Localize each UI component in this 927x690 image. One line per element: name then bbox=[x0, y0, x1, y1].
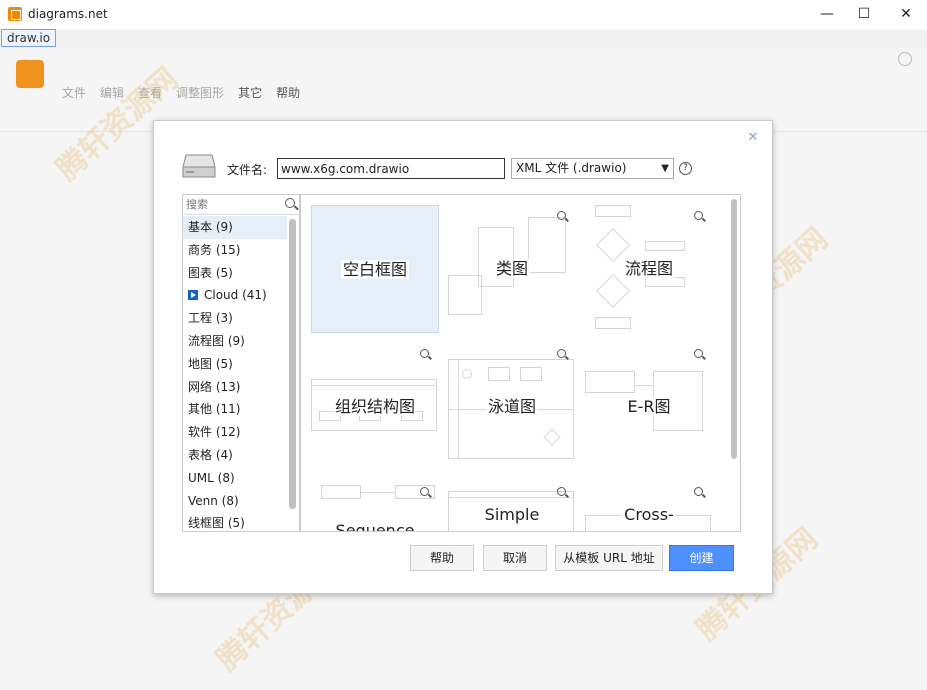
menu-help[interactable]: 帮助 bbox=[276, 84, 300, 101]
drawio-logo bbox=[16, 60, 44, 88]
template-thumbnail bbox=[585, 371, 635, 393]
template-label: 空白框图 bbox=[340, 260, 409, 279]
template-label: Sequence bbox=[311, 521, 439, 531]
language-globe-icon[interactable] bbox=[898, 52, 912, 66]
template-scrollbar[interactable] bbox=[731, 199, 737, 459]
template-thumbnail bbox=[448, 497, 574, 498]
preview-zoom-icon[interactable] bbox=[557, 487, 566, 496]
menu-edit[interactable]: 编辑 bbox=[100, 84, 124, 101]
template-thumbnail bbox=[448, 275, 482, 315]
template-label: 流程图 bbox=[622, 259, 675, 278]
template-flowchart[interactable]: 流程图 bbox=[585, 205, 713, 333]
menu-arrange[interactable]: 调整图形 bbox=[176, 84, 224, 101]
preview-zoom-icon[interactable] bbox=[557, 349, 566, 358]
preview-zoom-icon[interactable] bbox=[420, 349, 429, 358]
template-thumbnail bbox=[595, 205, 631, 217]
template-thumbnail bbox=[520, 367, 542, 381]
tooltip: draw.io bbox=[1, 29, 57, 47]
category-maps[interactable]: 地图 (5) bbox=[183, 353, 287, 376]
category-cloud-label: Cloud (41) bbox=[204, 288, 267, 303]
category-other[interactable]: 其他 (11) bbox=[183, 398, 287, 421]
from-template-url-button[interactable]: 从模板 URL 地址 bbox=[555, 545, 663, 571]
close-window-button[interactable]: ✕ bbox=[891, 4, 921, 24]
template-label: Simple bbox=[482, 505, 542, 524]
template-thumbnail bbox=[462, 369, 472, 379]
preview-zoom-icon[interactable] bbox=[694, 487, 703, 496]
title-bar: diagrams.net — ☐ ✕ bbox=[0, 0, 927, 30]
app-icon bbox=[8, 7, 22, 21]
category-flowchart[interactable]: 流程图 (9) bbox=[183, 330, 287, 353]
format-select[interactable]: XML 文件 (.drawio) ▼ bbox=[511, 158, 674, 179]
drive-icon bbox=[182, 154, 216, 178]
category-network[interactable]: 网络 (13) bbox=[183, 376, 287, 399]
category-cloud[interactable]: Cloud (41) bbox=[183, 284, 287, 307]
template-thumbnail bbox=[645, 241, 685, 251]
dialog-close-icon[interactable]: ✕ bbox=[746, 131, 760, 145]
template-panel: 空白框图 类图 流程图 组织结构图 泳道图 E-R图 Sequence Simp… bbox=[300, 194, 741, 532]
menu-file[interactable]: 文件 bbox=[62, 84, 86, 101]
template-class-diagram[interactable]: 类图 bbox=[448, 205, 576, 333]
maximize-button[interactable]: ☐ bbox=[849, 4, 879, 24]
preview-zoom-icon[interactable] bbox=[420, 487, 429, 496]
template-label: E-R图 bbox=[625, 397, 673, 416]
category-basic[interactable]: 基本 (9) bbox=[183, 216, 287, 239]
create-button[interactable]: 创建 bbox=[669, 545, 734, 571]
category-software[interactable]: 软件 (12) bbox=[183, 421, 287, 444]
template-label: 泳道图 bbox=[485, 397, 538, 416]
template-thumbnail bbox=[595, 317, 631, 329]
category-business[interactable]: 商务 (15) bbox=[183, 239, 287, 262]
category-engineering[interactable]: 工程 (3) bbox=[183, 307, 287, 330]
template-thumbnail bbox=[311, 385, 437, 386]
template-blank[interactable]: 空白框图 bbox=[311, 205, 439, 333]
minimize-button[interactable]: — bbox=[812, 4, 842, 24]
template-label: 组织结构图 bbox=[332, 397, 417, 416]
preview-zoom-icon[interactable] bbox=[694, 349, 703, 358]
template-label: Cross- bbox=[622, 505, 676, 524]
search-icon[interactable] bbox=[285, 198, 295, 208]
template-org-chart[interactable]: 组织结构图 bbox=[311, 343, 439, 471]
template-er-diagram[interactable]: E-R图 bbox=[585, 343, 713, 471]
category-wireframes[interactable]: 线框图 (5) bbox=[183, 512, 287, 531]
template-simple[interactable]: Simple bbox=[448, 481, 576, 531]
template-cross-functional[interactable]: Cross- bbox=[585, 481, 713, 531]
category-tables[interactable]: 表格 (4) bbox=[183, 444, 287, 467]
filename-input[interactable] bbox=[277, 158, 505, 179]
menu-view[interactable]: 查看 bbox=[138, 84, 162, 101]
category-venn[interactable]: Venn (8) bbox=[183, 490, 287, 513]
preview-zoom-icon[interactable] bbox=[694, 211, 703, 220]
menu-extras[interactable]: 其它 bbox=[238, 84, 262, 101]
search-placeholder: 搜索 bbox=[186, 198, 208, 211]
new-diagram-dialog: ✕ 文件名: XML 文件 (.drawio) ▼ ? 搜索 基本 (9) 商务… bbox=[153, 120, 773, 594]
menubar: 文件 编辑 查看 调整图形 其它 帮助 bbox=[62, 84, 300, 101]
category-uml[interactable]: UML (8) bbox=[183, 467, 287, 490]
preview-zoom-icon[interactable] bbox=[557, 211, 566, 220]
template-label: 类图 bbox=[493, 259, 530, 278]
filename-label: 文件名: bbox=[227, 163, 268, 177]
template-thumbnail bbox=[395, 485, 435, 499]
template-swimlane[interactable]: 泳道图 bbox=[448, 343, 576, 471]
template-sequence[interactable]: Sequence bbox=[311, 481, 439, 531]
template-thumbnail bbox=[635, 385, 653, 386]
template-thumbnail bbox=[321, 485, 361, 499]
template-thumbnail bbox=[488, 367, 510, 381]
window-title: diagrams.net bbox=[28, 7, 108, 21]
category-list: 基本 (9) 商务 (15) 图表 (5) Cloud (41) 工程 (3) … bbox=[183, 216, 287, 531]
template-thumbnail bbox=[596, 274, 630, 308]
cancel-button[interactable]: 取消 bbox=[483, 545, 547, 571]
template-thumbnail bbox=[361, 492, 395, 493]
category-charts[interactable]: 图表 (5) bbox=[183, 262, 287, 285]
category-panel: 搜索 基本 (9) 商务 (15) 图表 (5) Cloud (41) 工程 (… bbox=[182, 194, 300, 532]
cloud-expand-icon[interactable] bbox=[188, 290, 198, 301]
format-select-value: XML 文件 (.drawio) bbox=[516, 161, 627, 175]
chevron-down-icon: ▼ bbox=[661, 163, 669, 174]
search-input[interactable]: 搜索 bbox=[183, 195, 299, 215]
help-button[interactable]: 帮助 bbox=[410, 545, 474, 571]
category-scrollbar[interactable] bbox=[289, 219, 296, 509]
help-icon[interactable]: ? bbox=[679, 162, 692, 175]
